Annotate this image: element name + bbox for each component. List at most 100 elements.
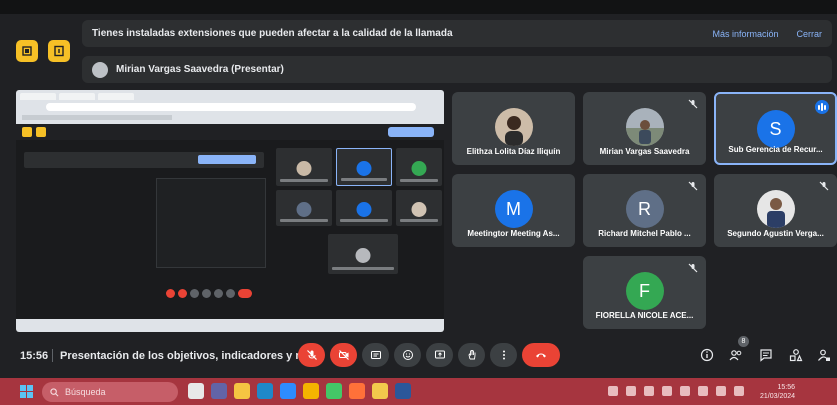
chat-button[interactable] [758,347,774,363]
shared-controls [166,289,252,298]
task-view-icon[interactable] [188,383,204,399]
speaking-indicator-icon [815,100,829,114]
edge-icon[interactable] [257,383,273,399]
shared-taskbar [16,319,444,332]
tray-app-icon[interactable] [626,386,636,396]
presenter-bar: Mirian Vargas Saavedra (Presentar) [82,56,832,83]
participant-tile[interactable]: M Meetingtor Meeting As... [452,174,575,247]
chat-app-icon[interactable] [326,383,342,399]
left-tools [16,40,70,62]
tray-chevron-icon[interactable] [608,386,618,396]
participant-name: Segundo Agustin Verga... [727,229,824,238]
tray-app-icon[interactable] [680,386,690,396]
participant-avatar: M [494,190,533,228]
extensions-warning-banner: Tienes instaladas extensiones que pueden… [82,20,832,47]
hang-up-icon [536,353,546,358]
participant-tile[interactable]: R Richard Mitchel Pablo ... [583,174,706,247]
participant-avatar: R [625,190,664,228]
more-vert-icon [502,350,505,360]
camera-off-icon [338,350,349,360]
mic-off-icon [688,99,698,109]
mic-off-icon [819,181,829,191]
taskbar-apps [188,383,411,399]
participant-name: Mirian Vargas Saavedra [599,147,690,156]
leave-call-button[interactable] [522,343,560,367]
participant-name: Richard Mitchel Pablo ... [598,229,691,238]
taskbar-clock[interactable]: 15:56 21/03/2024 [760,383,795,401]
shared-meet-toolbar [16,124,444,140]
shared-screen [16,90,444,332]
captions-button[interactable] [362,343,389,367]
present-screen-icon [434,350,445,359]
shared-browser-chrome [16,90,444,124]
shared-inner-grid [156,178,266,268]
present-now-button[interactable] [426,343,453,367]
mic-toggle-button[interactable] [298,343,325,367]
more-options-button[interactable] [490,343,517,367]
participant-tile[interactable]: F FIORELLA NICOLE ACE... [583,256,706,329]
participant-name: FIORELLA NICOLE ACE... [595,311,694,320]
participant-name: Sub Gerencia de Recur... [728,145,823,154]
banner-message: Tienes instaladas extensiones que pueden… [92,28,453,39]
meeting-clock: 15:56 [20,350,49,362]
word-icon[interactable] [395,383,411,399]
participant-name: Elithza Lolita Díaz Iliquín [466,147,561,156]
emoji-icon [402,350,413,360]
mic-off-icon [688,181,698,191]
participant-name: Meetingtor Meeting As... [467,229,560,238]
taskbar-search[interactable]: Búsqueda [42,382,178,402]
raise-hand-button[interactable] [458,343,485,367]
separator [52,349,53,362]
present-button[interactable] [48,40,70,62]
close-banner-link[interactable]: Cerrar [796,29,822,39]
taskbar-time: 15:56 [777,384,796,391]
participant-tile[interactable]: Segundo Agustin Verga... [714,174,837,247]
windows-start-icon[interactable] [20,385,33,398]
taskbar-date: 21/03/2024 [760,393,796,400]
file-explorer-icon[interactable] [234,383,250,399]
battery-icon[interactable] [734,386,744,396]
more-info-link[interactable]: Más información [712,29,778,39]
annotate-button[interactable] [16,40,38,62]
hand-icon [468,350,475,360]
participant-photo [756,190,795,228]
system-tray [608,386,744,396]
camera-toggle-button[interactable] [330,343,357,367]
host-controls-button[interactable] [816,347,832,363]
participant-avatar: S [756,110,795,148]
tray-app-icon[interactable] [662,386,672,396]
chrome-icon[interactable] [303,383,319,399]
participant-photo [625,108,664,146]
chat-icon [760,349,772,362]
location-icon[interactable] [644,386,654,396]
volume-icon[interactable] [716,386,726,396]
participant-count-badge: 8 [738,336,749,347]
reactions-button[interactable] [394,343,421,367]
window-top-strip [0,0,837,14]
shared-notice [24,152,264,168]
people-button[interactable] [728,347,744,363]
mic-off-icon [306,350,317,360]
paint-icon[interactable] [372,383,388,399]
wifi-icon[interactable] [698,386,708,396]
lock-person-icon [818,349,830,361]
presenter-label: Mirian Vargas Saavedra (Presentar) [116,64,284,75]
participant-tile-active[interactable]: S Sub Gerencia de Recur... [714,92,837,165]
presenter-avatar [92,61,108,78]
meeting-details-button[interactable] [699,347,715,363]
activities-button[interactable] [788,347,804,363]
participant-avatar: F [625,272,664,310]
search-placeholder: Búsqueda [65,387,106,397]
teams-icon[interactable] [211,383,227,399]
participant-tile[interactable]: Mirian Vargas Saavedra [583,92,706,165]
shapes-icon [789,349,803,362]
zoom-icon[interactable] [280,383,296,399]
present-icon [54,45,64,57]
captions-icon [370,351,381,359]
annotate-icon [22,46,32,56]
search-icon [50,387,59,396]
participant-photo [494,108,533,146]
participant-tile[interactable]: Elithza Lolita Díaz Iliquín [452,92,575,165]
meeting-title: Presentación de los objetivos, indicador… [60,350,315,362]
firefox-icon[interactable] [349,383,365,399]
